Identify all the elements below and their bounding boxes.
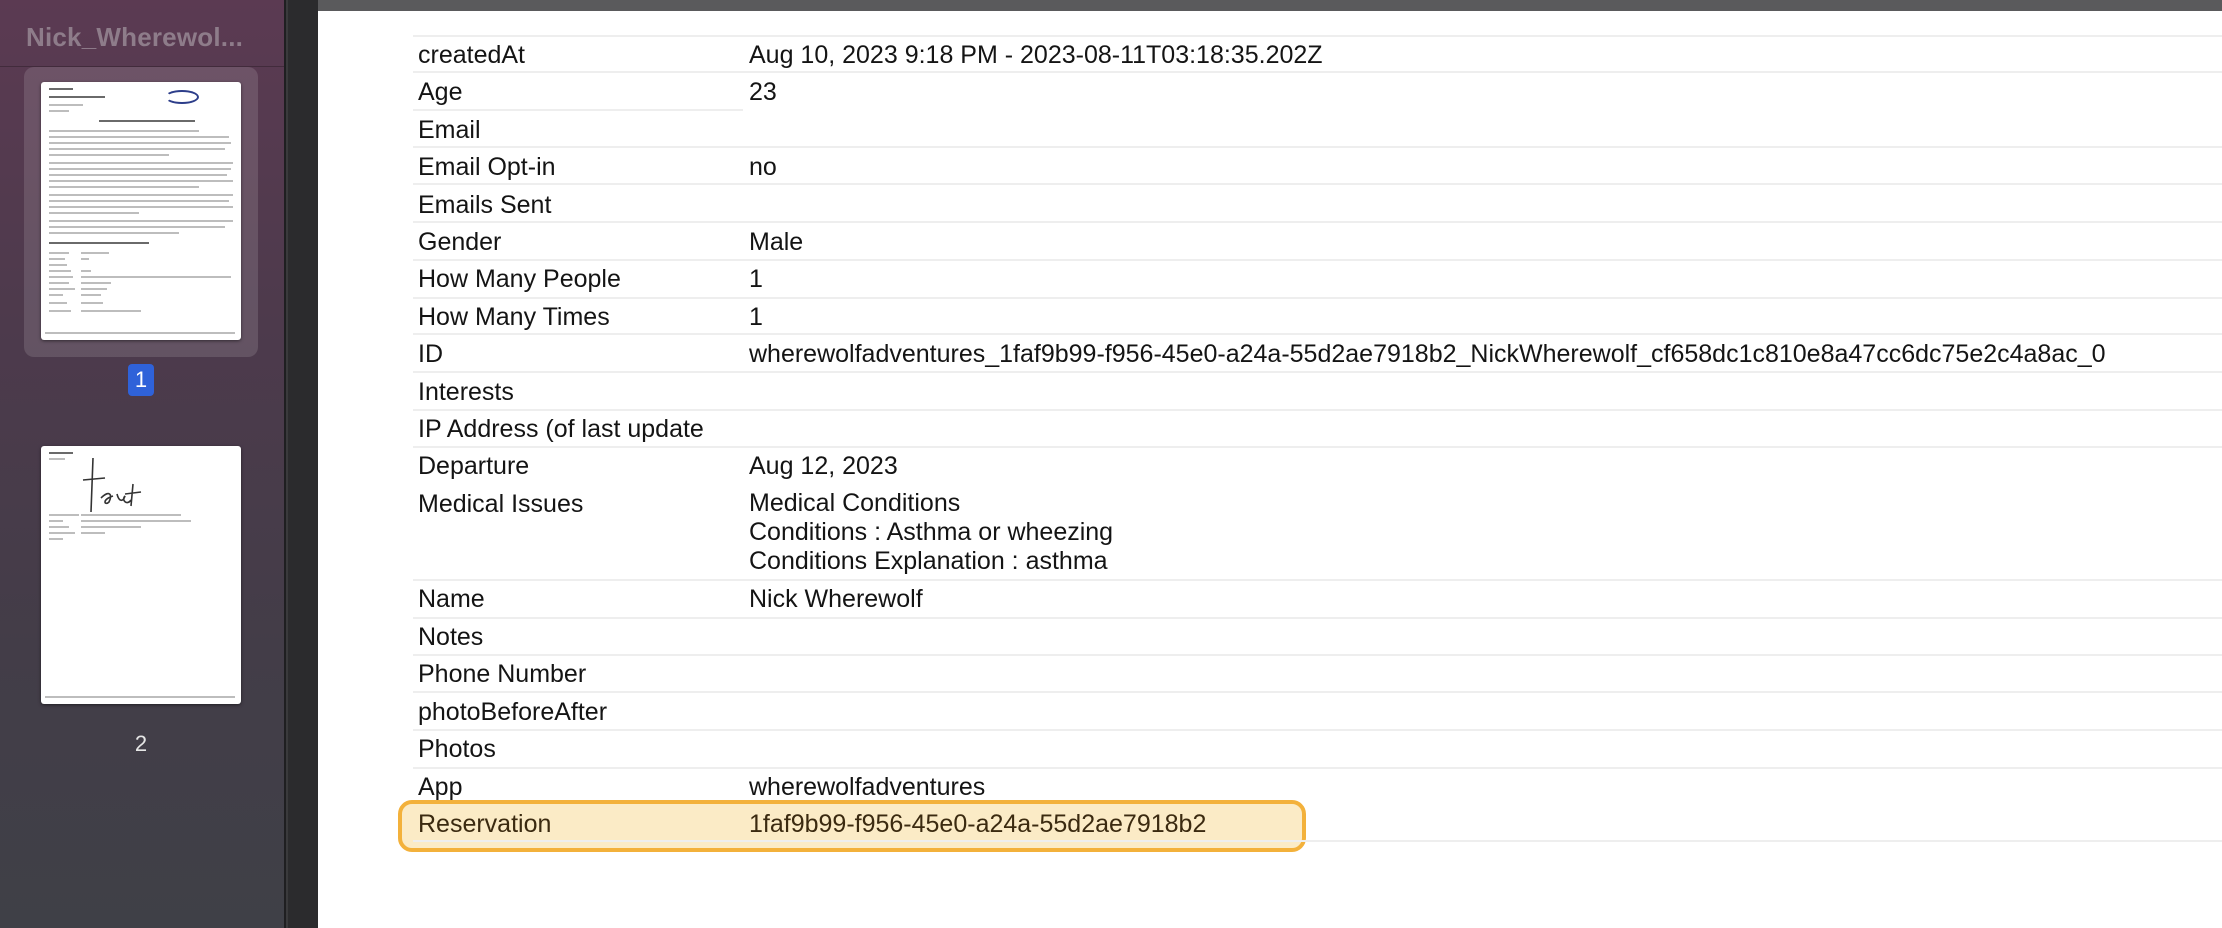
field-label: IP Address (of last update — [418, 415, 704, 443]
field-label: Photos — [418, 735, 496, 763]
row-divider — [413, 221, 2222, 223]
field-label: How Many Times — [418, 303, 610, 331]
field-value: 23 — [749, 78, 777, 106]
medical-line: Conditions Explanation : asthma — [749, 547, 1108, 575]
field-value: Nick Wherewolf — [749, 585, 923, 613]
document-gutter — [288, 0, 318, 928]
field-label: Departure — [418, 452, 530, 480]
field-label: photoBeforeAfter — [418, 698, 608, 726]
row-divider — [413, 333, 2222, 335]
field-label: Email — [418, 116, 481, 144]
row-divider — [413, 409, 2222, 411]
row-divider — [413, 109, 743, 111]
field-label: ID — [418, 340, 443, 368]
field-value: 1 — [749, 265, 763, 293]
field-label: Phone Number — [418, 660, 587, 688]
row-divider — [413, 446, 2222, 448]
row-divider — [413, 371, 2222, 373]
row-divider — [413, 654, 2222, 656]
row-divider — [413, 729, 2222, 731]
field-value: Aug 12, 2023 — [749, 452, 898, 480]
document-title: Nick_Wherewol... — [26, 22, 244, 52]
medical-line: Medical Conditions — [749, 489, 961, 517]
page-number-1[interactable]: 1 — [128, 364, 154, 396]
field-label: How Many People — [418, 265, 621, 293]
page-1-thumbnail[interactable] — [41, 82, 241, 340]
row-divider — [413, 840, 2222, 842]
row-divider — [413, 71, 2222, 73]
row-divider — [413, 617, 2222, 619]
page-2-thumbnail[interactable] — [41, 446, 241, 704]
thumbnail-sidebar: Nick_Wherewol... 1 2 — [0, 0, 286, 928]
row-divider — [413, 259, 2222, 261]
row-divider — [413, 579, 2222, 581]
medical-line: Conditions : Asthma or wheezing — [749, 518, 1114, 546]
reservation-label: Reservation — [418, 810, 552, 838]
scroll-top-bar — [288, 0, 2222, 11]
field-value: Male — [749, 228, 804, 256]
field-value: wherewolfadventures — [749, 773, 986, 801]
field-value: 1 — [749, 303, 763, 331]
row-divider — [413, 35, 2222, 37]
page-number-2[interactable]: 2 — [128, 728, 154, 760]
field-label: Name — [418, 585, 485, 613]
row-divider — [413, 297, 2222, 299]
field-label: Notes — [418, 623, 484, 651]
field-label: Gender — [418, 228, 502, 256]
field-value: wherewolfadventures_1faf9b99-f956-45e0-a… — [749, 340, 2106, 368]
field-label: Medical Issues — [418, 490, 584, 518]
field-label: App — [418, 773, 463, 801]
medical-issues-value: Medical Conditions Conditions : Asthma o… — [749, 489, 1113, 576]
signature-icon — [82, 457, 142, 513]
row-divider — [413, 183, 2222, 185]
row-divider — [413, 146, 2222, 148]
row-divider — [413, 767, 2222, 769]
field-label: createdAt — [418, 41, 526, 69]
field-label: Age — [418, 78, 463, 106]
field-label: Email Opt-in — [418, 153, 556, 181]
document-page: createdAt Aug 10, 2023 9:18 PM - 2023-08… — [318, 11, 2222, 928]
logo-icon — [165, 90, 199, 104]
field-value: no — [749, 153, 777, 181]
field-label: Emails Sent — [418, 191, 552, 219]
field-value: Aug 10, 2023 9:18 PM - 2023-08-11T03:18:… — [749, 41, 1323, 69]
field-label: Interests — [418, 378, 514, 406]
reservation-value[interactable]: 1faf9b99-f956-45e0-a24a-55d2ae7918b2 — [749, 809, 1206, 839]
row-divider — [413, 691, 2222, 693]
